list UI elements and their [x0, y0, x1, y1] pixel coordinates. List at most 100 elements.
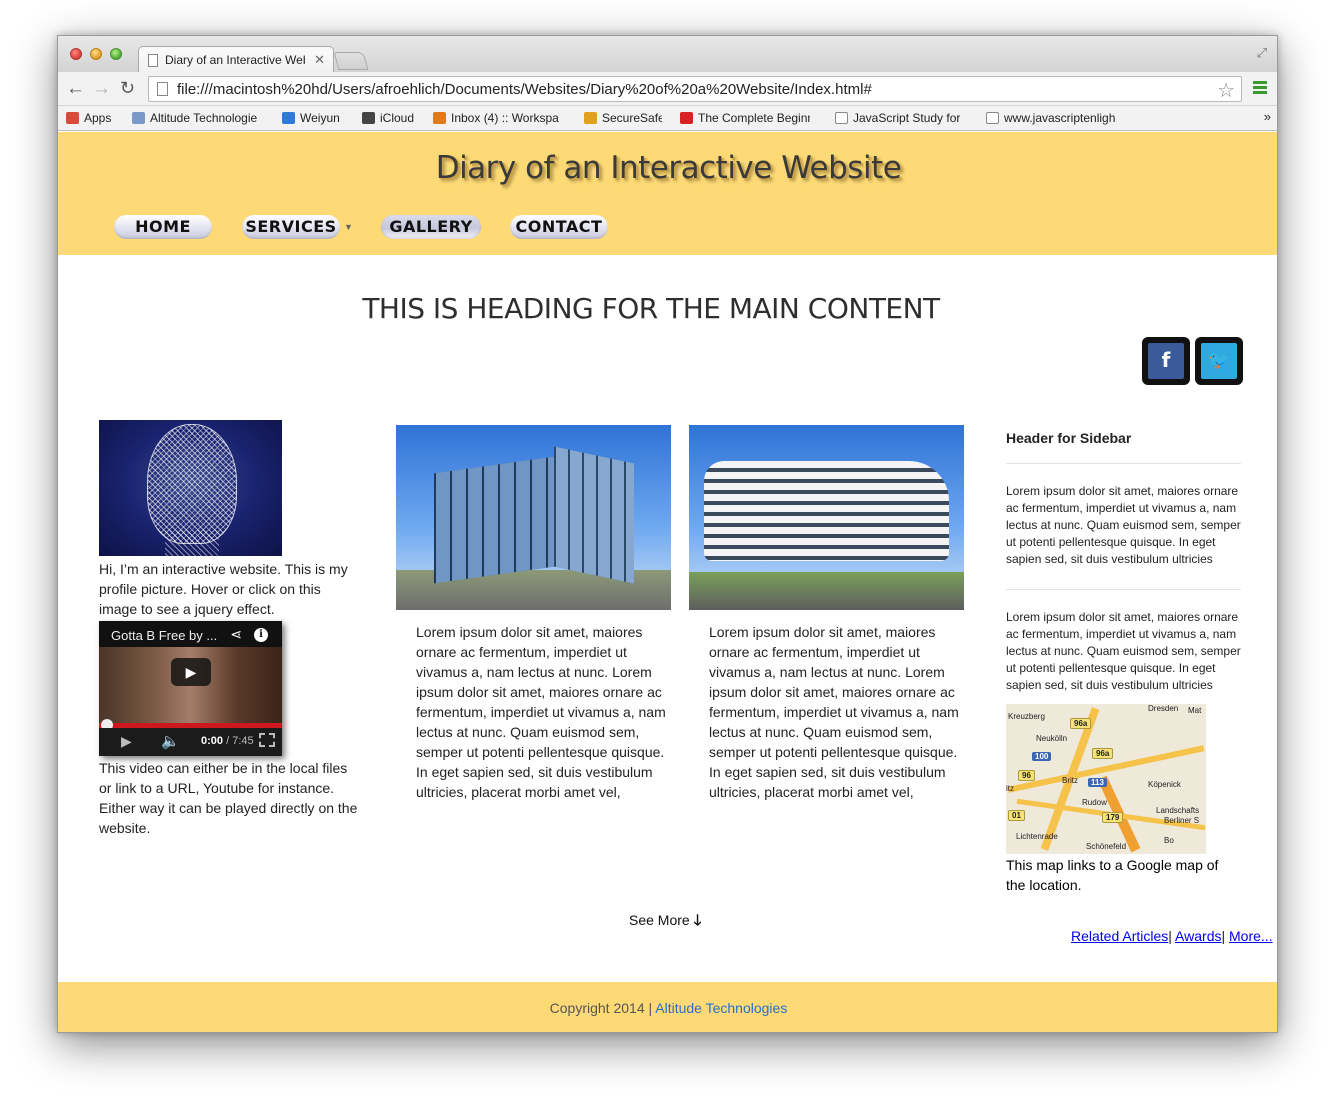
facebook-icon: f: [1148, 343, 1184, 379]
bookmark-item[interactable]: JavaScript Study for: [835, 111, 960, 125]
minimize-window-button[interactable]: [90, 48, 102, 60]
web-page: Diary of an Interactive Website HOME SER…: [58, 132, 1277, 1032]
twitter-icon: 🐦: [1201, 343, 1237, 379]
map-label: Neukölln: [1036, 734, 1068, 743]
new-tab-button[interactable]: [333, 52, 369, 70]
road-shield: 100: [1032, 752, 1052, 761]
see-more-label: See More: [629, 912, 690, 928]
tab-title: Diary of an Interactive Web: [165, 53, 305, 67]
arrow-down-icon: 🡓: [693, 912, 702, 929]
bookmark-item[interactable]: Inbox (4) :: Workspa: [433, 111, 559, 125]
sidebar-heading: Header for Sidebar: [1006, 430, 1241, 464]
zoom-window-button[interactable]: [110, 48, 122, 60]
related-articles-link[interactable]: Related Articles: [1071, 928, 1168, 944]
map-label: Köpenick: [1148, 780, 1181, 789]
browser-tab[interactable]: Diary of an Interactive Web ✕: [138, 46, 334, 73]
map-label: Rudow: [1082, 798, 1107, 807]
bookmark-item[interactable]: Apps: [66, 111, 111, 125]
bookmark-label: The Complete Beginn: [698, 111, 810, 125]
wireframe-head: [147, 424, 237, 544]
apple-icon: [362, 112, 375, 124]
map-caption: This map links to a Google map of the lo…: [1006, 857, 1219, 893]
title-bar: Diary of an Interactive Web ✕ ⤢: [58, 36, 1277, 73]
shield-icon: [584, 112, 597, 124]
bookmarks-bar: » Apps Altitude Technologie Weiyun iCloud In…: [58, 106, 1277, 131]
bookmark-item[interactable]: www.javascriptenligh: [986, 111, 1115, 125]
nav-gallery[interactable]: GALLERY: [381, 215, 481, 239]
nav-home[interactable]: HOME: [114, 215, 212, 239]
bookmark-label: Weiyun: [300, 111, 340, 125]
nav-services[interactable]: SERVICES: [242, 215, 340, 239]
content-card: Lorem ipsum dolor sit amet, maiores orna…: [396, 425, 671, 802]
bookmark-item[interactable]: SecureSafe: [584, 111, 662, 125]
bookmark-item[interactable]: Altitude Technologie: [132, 111, 257, 125]
sidebar-paragraph: Lorem ipsum dolor sit amet, maiores orna…: [1006, 464, 1241, 590]
fullscreen-icon[interactable]: ⤢: [1257, 45, 1267, 61]
fullscreen-icon[interactable]: [259, 733, 275, 747]
bookmark-item[interactable]: The Complete Beginn: [680, 111, 810, 125]
twitter-button[interactable]: 🐦: [1195, 337, 1243, 385]
map-label: Schönefeld: [1086, 842, 1127, 851]
bookmark-star-icon[interactable]: ☆: [1217, 78, 1235, 101]
caret-down-icon: ▼: [344, 222, 353, 232]
see-more-link[interactable]: See More 🡓: [629, 910, 701, 935]
video-player[interactable]: Gotta B Free by ... ⋖ i ▶ ▶ 🔈 0:00 / 7:4…: [99, 621, 282, 756]
apps-grid-icon: [66, 112, 79, 124]
share-icon[interactable]: ⋖: [230, 626, 242, 643]
map-label: Landschafts: [1156, 806, 1200, 815]
sidebar-paragraph: Lorem ipsum dolor sit amet, maiores orna…: [1006, 610, 1241, 692]
url-text: file:///macintosh%20hd/Users/afroehlich/…: [177, 81, 872, 98]
video-time: 0:00 / 7:45: [201, 735, 254, 747]
volume-icon[interactable]: 🔈: [161, 732, 180, 750]
video-text: This video can either be in the local fi…: [99, 760, 358, 836]
youtube-icon: [680, 112, 693, 124]
bookmarks-overflow-icon[interactable]: »: [1264, 109, 1271, 124]
image-lawn: [689, 572, 964, 610]
bookmark-label: iCloud: [380, 111, 415, 125]
bookmark-label: Apps: [84, 111, 112, 125]
map-label: Britz: [1062, 776, 1078, 785]
tab-close-icon[interactable]: ✕: [314, 52, 325, 68]
browser-window: Diary of an Interactive Web ✕ ⤢ ← → ↻ fi…: [57, 35, 1278, 1033]
nav-contact[interactable]: CONTACT: [510, 215, 608, 239]
back-button[interactable]: ←: [66, 78, 85, 100]
video-duration: / 7:45: [226, 735, 254, 747]
profile-picture[interactable]: [99, 420, 282, 556]
building-side: [554, 446, 634, 584]
building-facade: [434, 456, 554, 584]
page-icon: [986, 112, 999, 124]
menu-icon[interactable]: [1253, 81, 1267, 95]
browser-toolbar: ← → ↻ file:///macintosh%20hd/Users/afroe…: [58, 72, 1277, 106]
road-shield: 96a: [1070, 718, 1092, 729]
page-icon: [157, 82, 168, 96]
reload-button[interactable]: ↻: [120, 78, 135, 99]
cloud-icon: [282, 112, 295, 124]
address-bar[interactable]: file:///macintosh%20hd/Users/afroehlich/…: [148, 76, 1242, 102]
mail-icon: [433, 112, 446, 124]
close-window-button[interactable]: [70, 48, 82, 60]
glass-building-image: [396, 425, 671, 610]
map-thumbnail[interactable]: Kreuzberg Neukölln Britz Rudow Köpenick Lands…: [1006, 704, 1206, 854]
map-label: Dresden: [1148, 704, 1179, 713]
bookmark-item[interactable]: Weiyun: [282, 111, 340, 125]
video-title[interactable]: Gotta B Free by ...: [111, 628, 217, 643]
awards-link[interactable]: Awards: [1175, 928, 1221, 944]
play-icon[interactable]: ▶: [121, 733, 132, 750]
facebook-button[interactable]: f: [1142, 337, 1190, 385]
bookmark-item[interactable]: iCloud: [362, 111, 414, 125]
more-link[interactable]: More...: [1229, 928, 1273, 944]
page-icon: [148, 54, 158, 67]
site-title: Diary of an Interactive Website: [435, 150, 902, 186]
road-shield: 96: [1018, 770, 1035, 781]
page-icon: [835, 112, 848, 124]
bookmark-label: JavaScript Study for: [853, 111, 961, 125]
info-icon[interactable]: i: [254, 628, 268, 642]
site-footer: Copyright 2014 | Altitude Technologies: [58, 982, 1277, 1032]
forward-button[interactable]: →: [92, 78, 111, 100]
office-building-image: [689, 425, 964, 610]
site-header: Diary of an Interactive Website HOME SER…: [58, 132, 1277, 255]
bookmark-label: SecureSafe: [602, 111, 662, 125]
building-floors: [704, 461, 949, 561]
big-play-button[interactable]: ▶: [171, 658, 211, 686]
altitude-link[interactable]: Altitude Technologies: [655, 1000, 787, 1016]
